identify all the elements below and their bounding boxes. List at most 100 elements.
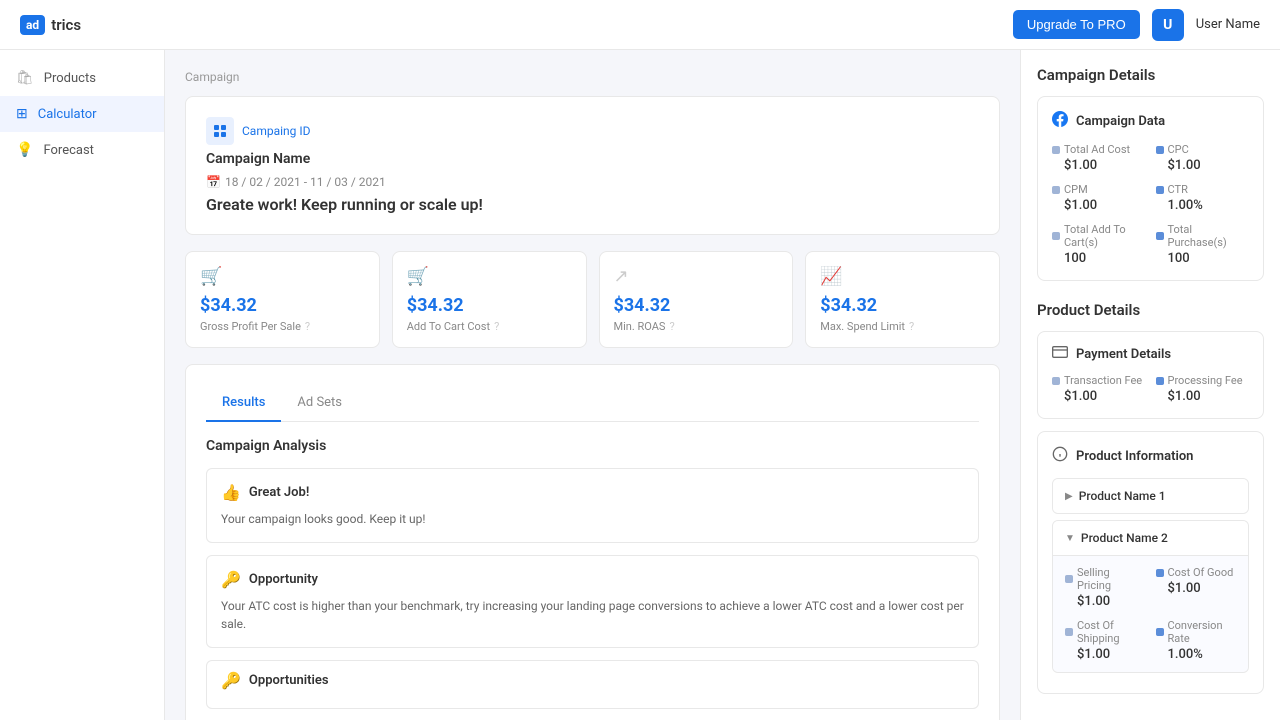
- metric-selling-pricing: Selling Pricing $1.00: [1065, 566, 1146, 609]
- metric-total-purchases: Total Purchase(s) 100: [1156, 223, 1250, 266]
- product-info-icon: [1052, 446, 1068, 466]
- max-spend-help-icon[interactable]: ?: [909, 320, 914, 333]
- min-roas-label: Min. ROAS: [614, 320, 666, 333]
- campaign-id-row: Campaing ID: [206, 117, 979, 145]
- metric-cost-of-good: Cost Of Good $1.00: [1156, 566, 1237, 609]
- label-total-ad-cost: Total Ad Cost: [1064, 143, 1130, 156]
- campaign-data-metrics: Total Ad Cost $1.00 CPC $1.00: [1052, 143, 1249, 266]
- payment-details-header: Payment Details: [1052, 346, 1249, 362]
- metric-cost-of-shipping: Cost Of Shipping $1.00: [1065, 619, 1146, 662]
- gross-profit-label: Gross Profit Per Sale: [200, 320, 301, 333]
- chevron-down-icon-2: ▼: [1065, 533, 1075, 544]
- campaign-id-label: Campaing ID: [242, 124, 311, 138]
- label-conversion-rate: Conversion Rate: [1168, 619, 1237, 645]
- label-total-purchases: Total Purchase(s): [1168, 223, 1250, 249]
- value-total-purchases: 100: [1156, 251, 1250, 266]
- value-transaction-fee: $1.00: [1052, 389, 1146, 404]
- add-to-cart-help-icon[interactable]: ?: [494, 320, 499, 333]
- tab-results[interactable]: Results: [206, 385, 281, 422]
- max-spend-label: Max. Spend Limit: [820, 320, 905, 333]
- product-name-1-label: Product Name 1: [1079, 489, 1166, 503]
- label-cpc: CPC: [1168, 143, 1189, 156]
- value-cost-of-shipping: $1.00: [1065, 647, 1146, 662]
- analysis-item-opportunities: 🔑 Opportunities: [206, 660, 979, 709]
- value-selling-pricing: $1.00: [1065, 594, 1146, 609]
- analysis-item-header-opportunities: 🔑 Opportunities: [221, 671, 964, 690]
- tab-ad-sets[interactable]: Ad Sets: [281, 385, 358, 422]
- tabs-bar: Results Ad Sets: [206, 385, 979, 422]
- campaign-details-title: Campaign Details: [1037, 66, 1264, 84]
- sidebar-item-products[interactable]: 🛍 Products: [0, 60, 164, 96]
- opportunity-icon: 🔑: [221, 570, 241, 589]
- opportunities-icon: 🔑: [221, 671, 241, 690]
- gross-profit-help-icon[interactable]: ?: [305, 320, 310, 333]
- campaign-icon-grid: [214, 125, 226, 137]
- dot-selling: [1065, 575, 1073, 583]
- sidebar-label-calculator: Calculator: [38, 107, 97, 122]
- payment-details-metrics: Transaction Fee $1.00 Processing Fee $1.…: [1052, 374, 1249, 404]
- label-transaction-fee: Transaction Fee: [1064, 374, 1142, 387]
- products-icon: 🛍: [16, 70, 34, 86]
- payment-icon: [1052, 346, 1068, 362]
- value-cpc: $1.00: [1156, 158, 1250, 173]
- add-to-cart-icon: 🛒: [407, 266, 572, 287]
- dot-total-purchases: [1156, 232, 1164, 240]
- analysis-item-great-job: 👍 Great Job! Your campaign looks good. K…: [206, 468, 979, 543]
- chevron-right-icon-1: ▶: [1065, 491, 1073, 502]
- metric-max-spend: 📈 $34.32 Max. Spend Limit ?: [805, 251, 1000, 348]
- avatar: U: [1152, 9, 1184, 41]
- product-accordion-item-2: ▼ Product Name 2 Selling Pricing $1.00: [1052, 520, 1249, 673]
- main-content: Campaign Campaing ID Campaign Name 📅 18 …: [165, 50, 1020, 720]
- campaign-data-title: Campaign Data: [1076, 114, 1165, 129]
- product-information-card: Product Information ▶ Product Name 1 ▼ P…: [1037, 431, 1264, 694]
- sidebar-item-forecast[interactable]: 💡 Forecast: [0, 132, 164, 168]
- thumbs-up-icon: 👍: [221, 483, 241, 502]
- analysis-title: Campaign Analysis: [206, 438, 979, 454]
- logo-text: trics: [51, 16, 81, 34]
- value-total-ad-cost: $1.00: [1052, 158, 1146, 173]
- max-spend-value: $34.32: [820, 295, 985, 316]
- metrics-row: 🛒 $34.32 Gross Profit Per Sale ? 🛒 $34.3…: [185, 251, 1000, 348]
- sidebar-item-calculator[interactable]: ⊞ Calculator: [0, 96, 164, 132]
- metric-ctr: CTR 1.00%: [1156, 183, 1250, 213]
- calculator-icon: ⊞: [16, 106, 28, 122]
- upgrade-button[interactable]: Upgrade To PRO: [1013, 10, 1140, 39]
- value-ctr: 1.00%: [1156, 198, 1250, 213]
- product-information-title: Product Information: [1076, 449, 1193, 464]
- campaign-data-card: Campaign Data Total Ad Cost $1.00 CPC: [1037, 96, 1264, 281]
- product-accordion-header-1[interactable]: ▶ Product Name 1: [1053, 479, 1248, 513]
- metric-add-to-cart: 🛒 $34.32 Add To Cart Cost ?: [392, 251, 587, 348]
- dot-total-ad-cost: [1052, 146, 1060, 154]
- dot-conversion: [1156, 628, 1164, 636]
- payment-details-title: Payment Details: [1076, 347, 1171, 362]
- sidebar: 🛍 Products ⊞ Calculator 💡 Forecast: [0, 50, 165, 720]
- section-label: Campaign: [185, 70, 1000, 84]
- metric-gross-profit: 🛒 $34.32 Gross Profit Per Sale ?: [185, 251, 380, 348]
- metric-total-atc: Total Add To Cart(s) 100: [1052, 223, 1146, 266]
- product-details-title: Product Details: [1037, 301, 1264, 319]
- campaign-details-section: Campaign Details Campaign Data Total Ad …: [1037, 66, 1264, 281]
- metric-min-roas: ↗ $34.32 Min. ROAS ?: [599, 251, 794, 348]
- calendar-icon: 📅: [206, 175, 221, 189]
- label-ctr: CTR: [1168, 183, 1188, 196]
- opportunities-title: Opportunities: [249, 673, 329, 688]
- label-cost-of-shipping: Cost Of Shipping: [1077, 619, 1146, 645]
- add-to-cart-value: $34.32: [407, 295, 572, 316]
- campaign-data-header: Campaign Data: [1052, 111, 1249, 131]
- logo-icon: ad: [20, 15, 45, 35]
- sidebar-label-forecast: Forecast: [43, 143, 93, 158]
- value-processing-fee: $1.00: [1156, 389, 1250, 404]
- user-name: User Name: [1196, 17, 1260, 32]
- dot-transaction: [1052, 377, 1060, 385]
- campaign-id-icon: [206, 117, 234, 145]
- opportunity-title: Opportunity: [249, 572, 318, 587]
- opportunity-text: Your ATC cost is higher than your benchm…: [221, 597, 964, 633]
- min-roas-value: $34.32: [614, 295, 779, 316]
- product-accordion-header-2[interactable]: ▼ Product Name 2: [1053, 521, 1248, 555]
- add-to-cart-label: Add To Cart Cost: [407, 320, 490, 333]
- product-accordion-item-1: ▶ Product Name 1: [1052, 478, 1249, 514]
- min-roas-help-icon[interactable]: ?: [669, 320, 674, 333]
- sidebar-label-products: Products: [44, 71, 96, 86]
- label-total-atc: Total Add To Cart(s): [1064, 223, 1146, 249]
- dot-cpm: [1052, 186, 1060, 194]
